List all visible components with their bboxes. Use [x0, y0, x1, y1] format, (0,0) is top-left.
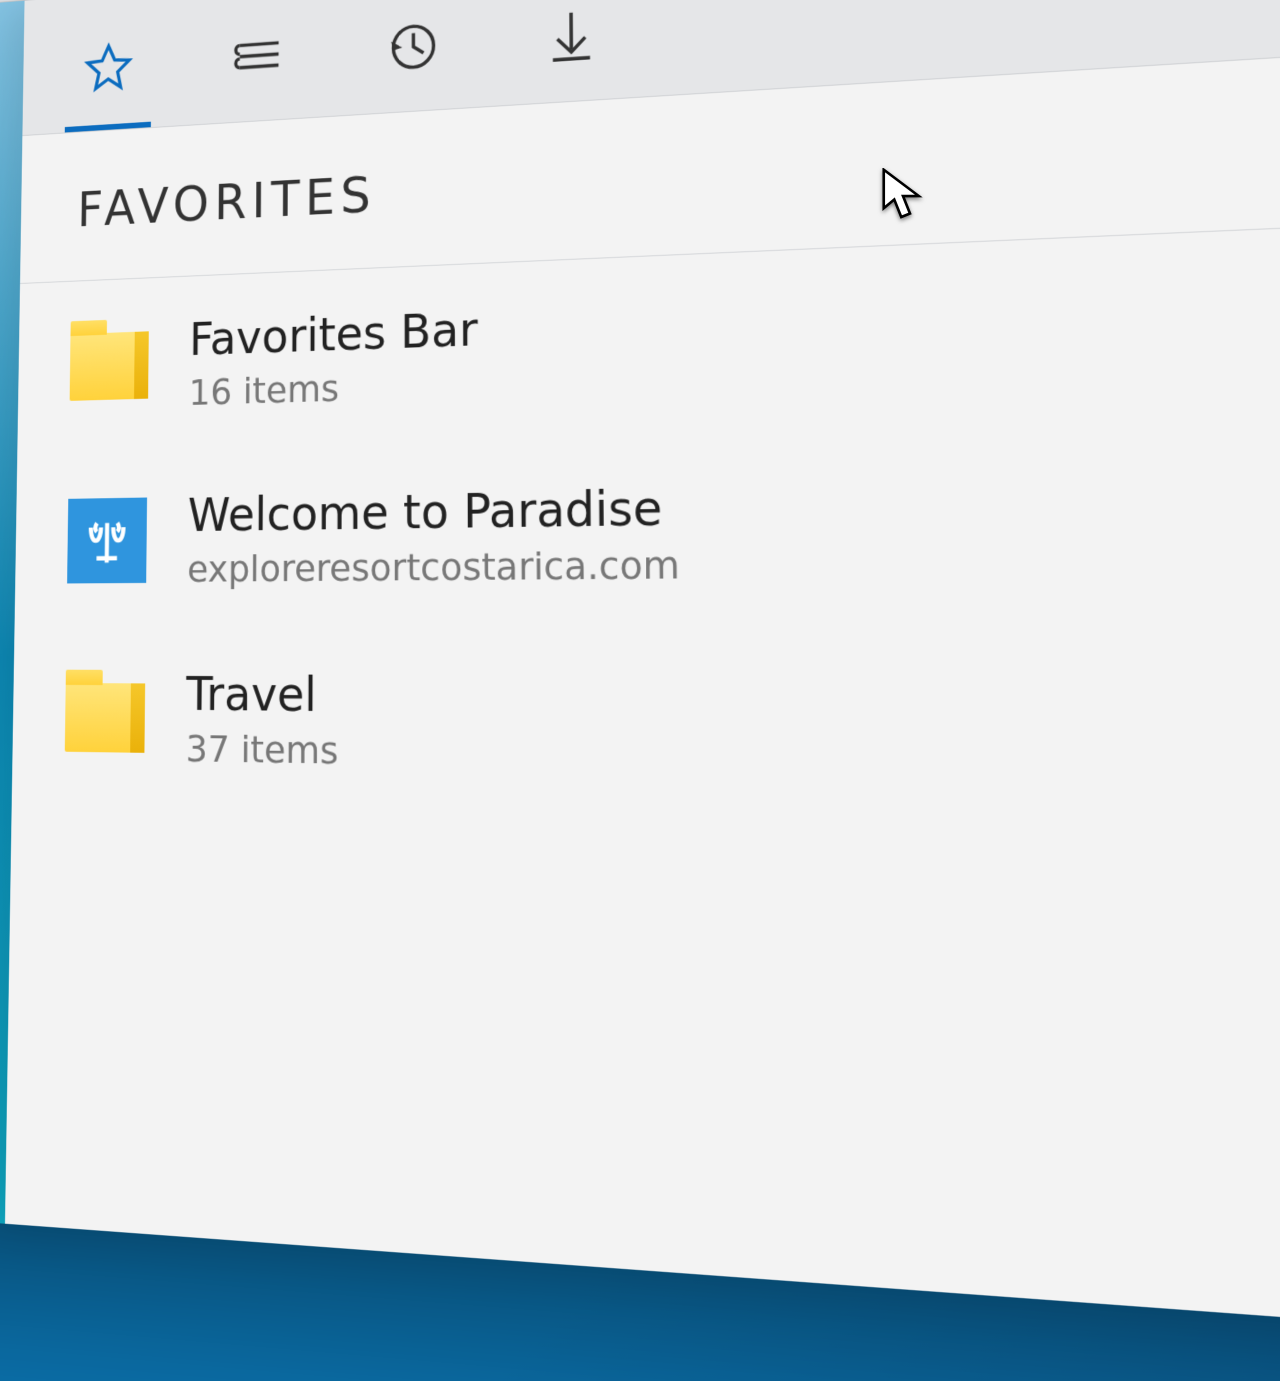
- site-tile-icon: [67, 498, 147, 584]
- favorites-item-title: Welcome to Paradise: [188, 480, 680, 542]
- browser-window: FAVORITES Favorites Bar 16 items: [0, 0, 1280, 1339]
- favorites-item-site[interactable]: Welcome to Paradise exploreresortcostari…: [14, 420, 1280, 629]
- folder-icon: [69, 323, 148, 409]
- tab-history[interactable]: [374, 7, 448, 114]
- tab-reading-list[interactable]: [221, 18, 293, 123]
- folder-icon: [65, 674, 146, 761]
- tab-downloads[interactable]: [533, 0, 611, 103]
- favorites-item-subtitle: exploreresortcostarica.com: [187, 543, 680, 590]
- hub-panel: FAVORITES Favorites Bar 16 items: [5, 0, 1280, 1341]
- favorites-item-title: Favorites Bar: [189, 303, 478, 367]
- tab-favorites[interactable]: [73, 29, 143, 132]
- favorites-item-subtitle: 37 items: [186, 727, 339, 772]
- favorites-item-title: Travel: [186, 667, 339, 723]
- favorites-list: Favorites Bar 16 items Welcome to Paradi…: [5, 217, 1280, 1342]
- favorites-item-subtitle: 16 items: [189, 363, 478, 414]
- favorites-item-folder[interactable]: Travel 37 items: [12, 627, 1280, 838]
